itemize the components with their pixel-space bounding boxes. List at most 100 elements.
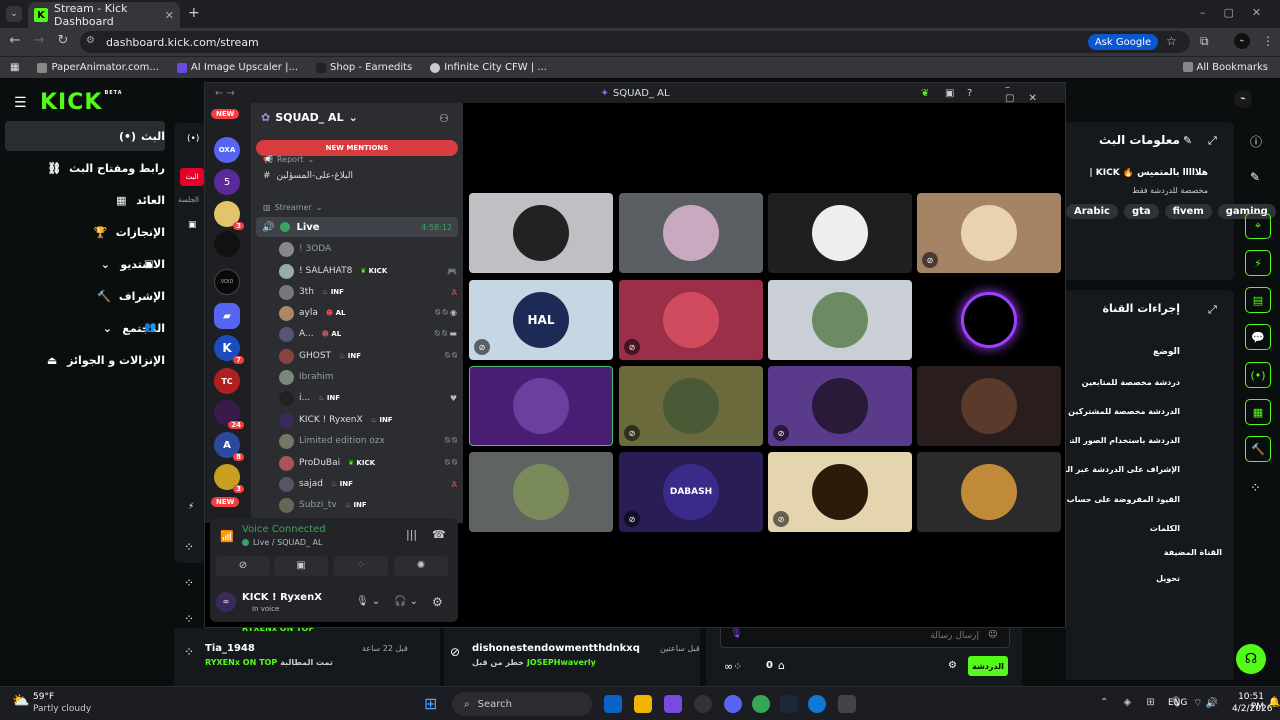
user-name[interactable]: KICK ! RyxenX <box>242 592 322 603</box>
lang[interactable]: ENG <box>1168 698 1187 708</box>
chat-button[interactable]: الدردشة <box>968 656 1008 676</box>
nav-community[interactable]: ⌄ المجتمع <box>5 313 165 343</box>
kick-logo[interactable]: KICK BETA <box>40 90 123 115</box>
disconnect-icon[interactable]: ☎ <box>432 528 446 541</box>
server-icon[interactable]: 3 <box>214 201 244 230</box>
category-streamer[interactable]: ▥ Streamer ⌄ <box>263 203 322 212</box>
start-icon[interactable]: ⊞ <box>424 694 437 713</box>
tab-search-icon[interactable]: ⌄ <box>6 6 22 22</box>
leaf-icon[interactable]: ❦ <box>921 88 929 99</box>
voice-member[interactable]: ProDuBai ❦ KICK ⍉ ⍉ <box>279 453 457 473</box>
server-icon[interactable]: TC <box>214 368 240 394</box>
settings-gear-icon[interactable]: ⚙ <box>432 595 443 609</box>
mic-icon[interactable]: 🎙 ⌄ <box>356 596 380 607</box>
voice-member[interactable]: ! SALAHAT8 ❦ KICK 🎮 <box>279 261 457 281</box>
server-header[interactable]: ✿ SQUAD_ AL ⌄ <box>261 111 358 124</box>
nav-moderation[interactable]: 🔨 الإشراف <box>5 281 165 311</box>
nav-achievements[interactable]: 🏆 الإنجازات <box>5 217 165 247</box>
new-mentions-banner[interactable]: NEW MENTIONS <box>256 140 458 156</box>
ask-google-button[interactable]: Ask Google <box>1088 34 1158 50</box>
sidebar-tool-button[interactable]: ⌖ <box>1245 213 1271 239</box>
taskbar-search[interactable]: ⌕ Search <box>452 692 592 716</box>
noise-icon[interactable]: ||| <box>406 528 417 541</box>
back-icon[interactable]: ← <box>6 33 24 48</box>
chrome-icon[interactable] <box>752 695 770 713</box>
forward-icon[interactable]: → <box>30 33 48 48</box>
menu-icon[interactable]: ⋮ <box>1262 34 1274 48</box>
app-icon[interactable] <box>664 695 682 713</box>
mic-icon[interactable]: 🎙 <box>730 628 743 639</box>
voice-member[interactable]: ! 3ODA <box>279 239 457 259</box>
channel-live[interactable]: 🔊 Live 4:58:12 <box>256 217 458 237</box>
bookmark-item[interactable]: AI Image Upscaler |... <box>176 62 298 73</box>
channel-report[interactable]: # البلاغ-على-المسؤلين <box>263 171 353 181</box>
weather-temp[interactable]: 59°F <box>33 692 54 702</box>
bookmark-item[interactable]: PaperAnimator.com... <box>37 62 159 73</box>
notification-icon[interactable]: 🔔 <box>1268 697 1280 708</box>
window-controls[interactable]: –▢✕ <box>1200 6 1279 19</box>
hammer-button[interactable]: 🔨 <box>1245 436 1271 462</box>
server-icon[interactable]: K7 <box>214 335 244 364</box>
discord-window-controls[interactable]: –▢✕ <box>1005 82 1065 104</box>
video-tile[interactable] <box>768 280 912 360</box>
screen-share-button[interactable]: ▣ <box>274 556 328 576</box>
hamburger-icon[interactable]: ☰ <box>14 95 27 111</box>
server-icon[interactable]: 24 <box>214 400 244 429</box>
pencil-icon[interactable]: ✎ <box>1250 170 1260 184</box>
video-tile[interactable] <box>619 193 763 273</box>
address-bar[interactable]: dashboard.kick.com/stream <box>80 31 1190 53</box>
voice-member[interactable]: Subzi_tv ♨ INF <box>279 495 457 515</box>
video-tile[interactable] <box>469 193 613 273</box>
nav-studio[interactable]: ⌄ الاستديو <box>5 249 165 279</box>
network-icon[interactable]: ⌔ 🔊 <box>1193 697 1218 710</box>
server-icon[interactable]: VOID <box>214 269 240 295</box>
voice-channel[interactable]: Live / SQUAD_ AL <box>242 538 322 547</box>
voice-member[interactable]: i... ♨ INF ♥ <box>279 388 457 408</box>
steam-icon[interactable] <box>780 695 798 713</box>
popout-icon[interactable]: ⤢ <box>1208 134 1217 148</box>
headphones-icon[interactable]: 🎧 ⌄ <box>394 596 418 607</box>
video-tile[interactable] <box>469 366 613 446</box>
all-bookmarks[interactable]: All Bookmarks <box>1182 62 1268 73</box>
help-icon[interactable]: ? <box>967 88 972 99</box>
feed-user[interactable]: dishonestendowmentthdnkxq <box>472 643 640 654</box>
extensions-icon[interactable]: ⧉ <box>1200 34 1209 49</box>
video-tile[interactable]: ⊘ <box>619 366 763 446</box>
info-icon[interactable]: ⓘ <box>1250 133 1262 150</box>
mail-icon[interactable] <box>604 695 622 713</box>
add-member-icon[interactable]: ⚇ <box>439 112 449 125</box>
star-icon[interactable]: ☆ <box>1166 34 1177 48</box>
layout-button[interactable]: ▦ <box>1245 399 1271 425</box>
server-icon[interactable]: A8 <box>214 432 244 461</box>
voice-member[interactable]: 3th ♨ INF A <box>279 282 457 302</box>
server-icon[interactable]: 5 <box>214 169 240 195</box>
voice-member[interactable]: Limited edition ozx ⍉ ⍉ <box>279 431 457 451</box>
store-icon[interactable]: ⌂ <box>778 659 785 672</box>
app-icon[interactable] <box>694 695 712 713</box>
inbox-icon[interactable]: ▣ <box>945 88 954 99</box>
chat-settings-icon[interactable]: ⚙ <box>948 660 957 671</box>
video-tile[interactable] <box>917 280 1061 360</box>
bookmark-item[interactable]: Shop - Earnedits <box>316 62 412 73</box>
video-tile[interactable] <box>917 452 1061 532</box>
user-avatar[interactable]: ⌁ <box>1234 90 1252 108</box>
server-icon[interactable]: OXA <box>214 137 240 163</box>
server-icon[interactable] <box>214 231 240 257</box>
broadcast-button[interactable]: (•) <box>1245 362 1271 388</box>
store-icon[interactable] <box>838 695 856 713</box>
lightning-button[interactable]: ⚡ <box>1245 250 1271 276</box>
video-tile[interactable] <box>768 193 912 273</box>
nav-stream-key[interactable]: ⛓ رابط ومفتاح البث <box>5 153 165 183</box>
voice-member[interactable]: ayla ☻ AL ⍉ ⍉ ◉ <box>279 303 457 323</box>
tag-pill[interactable]: fivem <box>1164 204 1212 219</box>
clipboard-button[interactable]: ▤ <box>1245 287 1271 313</box>
apps-icon[interactable]: ▦ <box>10 62 19 73</box>
nav-stream[interactable]: (•) البث <box>5 121 165 151</box>
emoji-icon[interactable]: ☺ <box>988 630 997 640</box>
community-icon[interactable]: ⁘ <box>1250 481 1261 496</box>
video-tile[interactable]: ⊘ <box>619 280 763 360</box>
discord-icon[interactable] <box>724 695 742 713</box>
voice-member[interactable]: KICK ! RyxenX ♨ INF <box>279 410 457 430</box>
voice-member[interactable]: A... ☻ AL ⍉ ⍉ ▬ <box>279 324 457 344</box>
video-tile[interactable]: ⊘ <box>768 452 912 532</box>
